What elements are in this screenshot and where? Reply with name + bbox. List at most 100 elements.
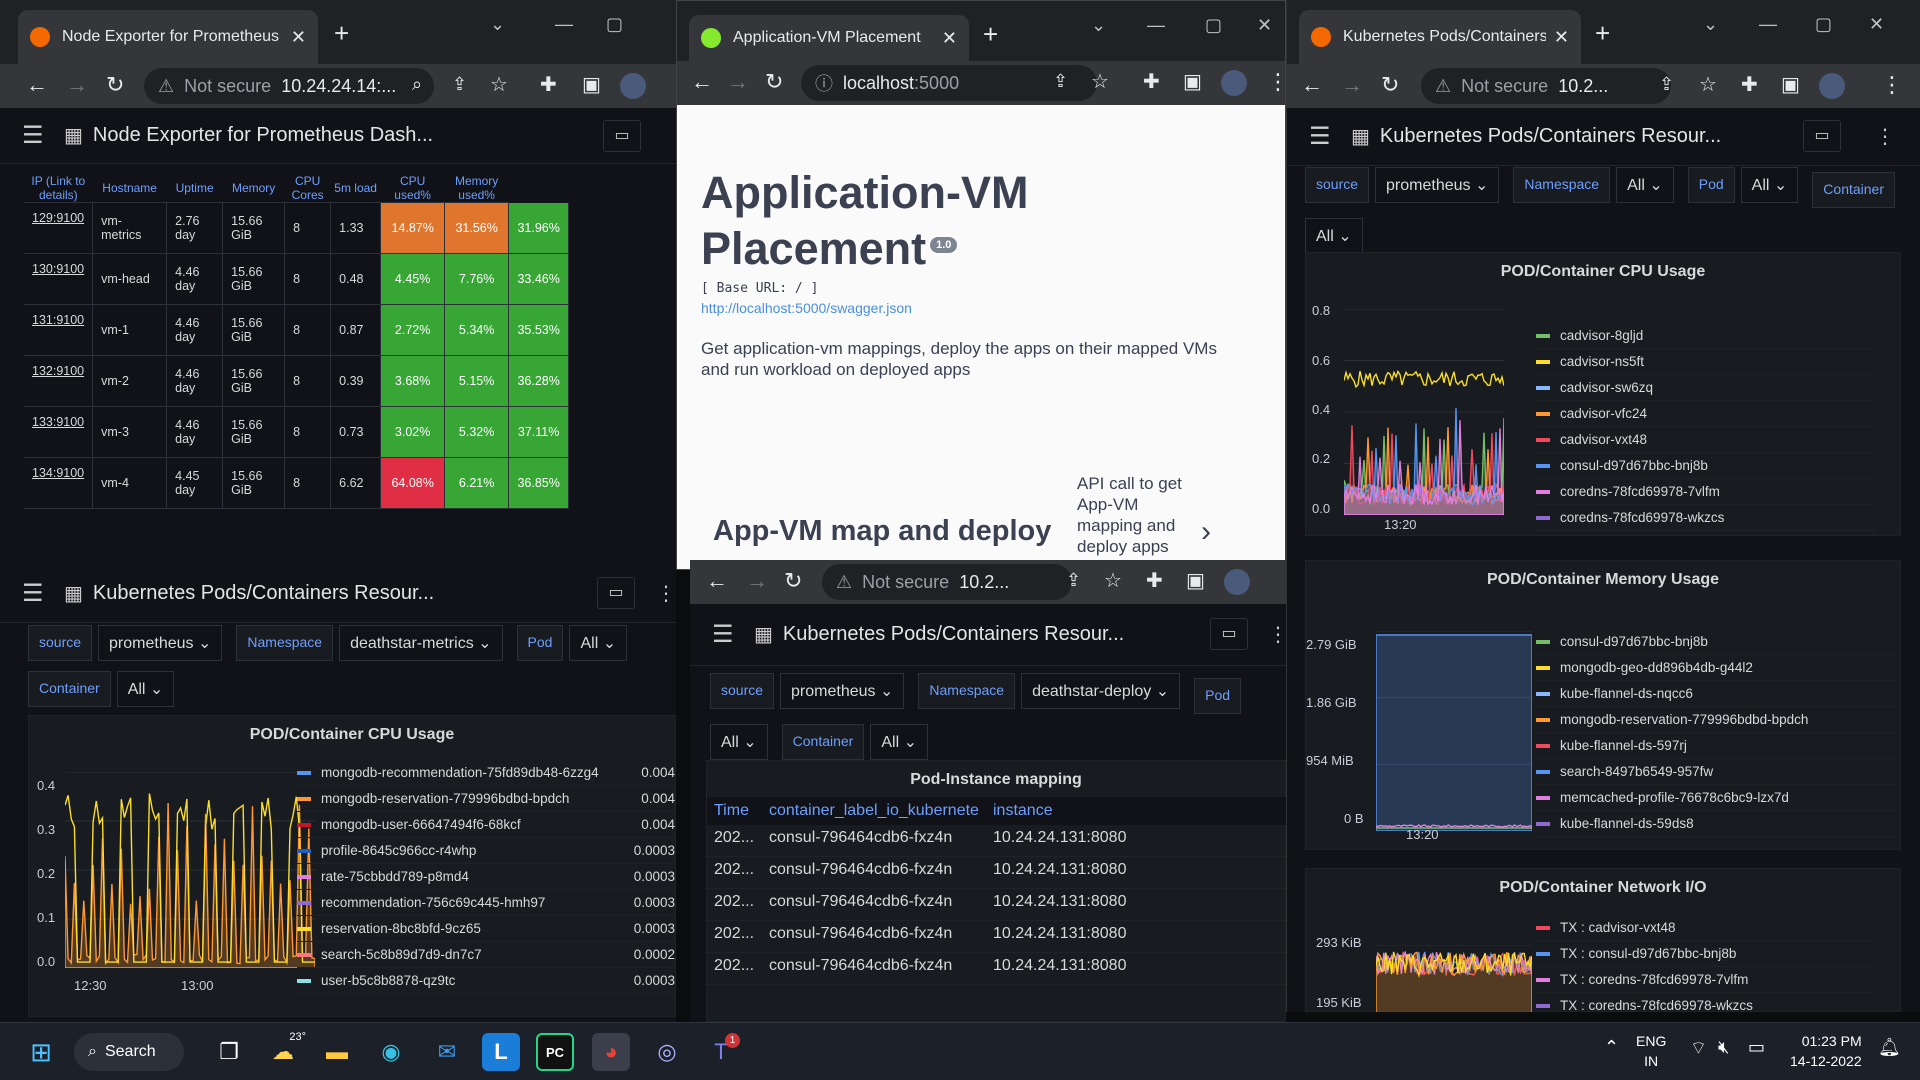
reload-icon[interactable]: ↻ [784,568,802,594]
col-header[interactable]: Uptime [166,174,223,203]
more-icon[interactable]: ⋮ [656,581,676,606]
legend-item[interactable]: mongodb-reservation-779996bdbd-bpdch [1536,707,1896,733]
col-header[interactable]: 5m load [330,174,381,203]
back-icon[interactable]: ← [706,568,728,594]
legend-item[interactable]: memcached-profile-76678c6bc9-lzx7d [1536,785,1896,811]
chrome-icon[interactable]: ◕ [592,1033,630,1071]
address-bar[interactable]: ⚠ Not secure 10.24.24.14:... [144,68,434,104]
col-header[interactable]: Memory [222,174,285,203]
profile-avatar[interactable] [1224,569,1250,595]
mail-icon[interactable]: ✉ [428,1033,466,1071]
more-icon[interactable]: ⋮ [1267,69,1285,95]
back-icon[interactable]: ← [1301,72,1323,98]
col-header[interactable]: Memory used% [444,174,509,203]
forward-icon[interactable]: → [1341,72,1363,98]
source-select[interactable]: prometheus ⌄ [1375,167,1500,203]
weather-icon[interactable]: ☁ 23° [264,1031,306,1071]
namespace-select[interactable]: All ⌄ [1616,167,1674,203]
legend-item[interactable]: cadvisor-vfc24 [1536,401,1876,427]
reload-icon[interactable]: ↻ [765,69,783,95]
forward-icon[interactable]: → [66,72,88,98]
chevron-right-icon[interactable]: › [1201,515,1211,549]
menu-icon[interactable]: ☰ [1309,122,1335,151]
tab-app-vm-placement[interactable]: Application-VM Placement ✕ [689,15,969,61]
legend-item[interactable]: coredns-78fcd69978-7vlfm [1536,479,1876,505]
legend-item[interactable]: reservation-8bc8bfd-9cz65 0.0003 [297,916,675,942]
back-icon[interactable]: ← [26,72,48,98]
extensions-icon[interactable]: ✚ [1146,568,1163,593]
tv-mode-button[interactable]: ▭ [603,120,641,152]
legend-item[interactable]: search-5c8b89d7d9-dn7c7 0.0002 [297,942,675,968]
legend-item[interactable]: cadvisor-sw6zq [1536,375,1876,401]
task-view-icon[interactable]: ❐ [210,1033,248,1071]
close-tab-icon[interactable]: ✕ [1554,27,1569,48]
close-tab-icon[interactable]: ✕ [291,27,306,48]
notification-icon[interactable]: 🔔︎ [1878,1037,1901,1058]
lync-icon[interactable]: L [482,1033,520,1071]
legend-item[interactable]: consul-d97d67bbc-bnj8b [1536,453,1876,479]
legend-item[interactable]: user-b5c8b8878-qz9tc 0.0003 [297,968,675,994]
reload-icon[interactable]: ↻ [1381,72,1399,98]
source-select[interactable]: prometheus ⌄ [98,625,223,661]
legend-item[interactable]: TX : cadvisor-vxt48 [1536,915,1876,941]
zoom-icon[interactable]: ⌕ [412,74,422,95]
minimize-icon[interactable]: — [1147,15,1165,36]
dashboard-title[interactable]: Kubernetes Pods/Containers Resour... [783,623,1124,646]
pod-select[interactable]: All ⌄ [569,625,628,661]
legend-item[interactable]: recommendation-756c69c445-hmh97 0.0003 [297,890,675,916]
bookmark-star-icon[interactable]: ☆ [490,72,508,97]
more-icon[interactable]: ⋮ [1268,622,1286,647]
col-header[interactable]: Hostname [92,174,167,203]
legend-item[interactable]: search-8497b6549-957fw [1536,759,1896,785]
legend-item[interactable]: TX : consul-d97d67bbc-bnj8b [1536,941,1876,967]
forward-icon[interactable]: → [746,568,768,594]
extensions-icon[interactable]: ✚ [1143,69,1160,94]
menu-icon[interactable]: ☰ [712,620,738,649]
maximize-icon[interactable]: ▢ [1205,15,1222,36]
ip-link[interactable]: 131:9100 [24,304,94,356]
bookmark-star-icon[interactable]: ☆ [1699,72,1717,97]
reload-icon[interactable]: ↻ [106,72,124,98]
language-indicator[interactable]: ENG IN [1636,1031,1666,1071]
menu-icon[interactable]: ☰ [22,579,48,608]
bookmark-star-icon[interactable]: ☆ [1091,69,1109,94]
close-window-icon[interactable]: ✕ [1257,15,1272,36]
pod-select[interactable]: All ⌄ [710,724,768,760]
legend-item[interactable]: cadvisor-vxt48 [1536,427,1876,453]
forward-icon[interactable]: → [727,69,749,95]
namespace-select[interactable]: deathstar-metrics ⌄ [339,625,503,661]
bookmark-star-icon[interactable]: ☆ [1104,568,1122,593]
tab-k8s-pods[interactable]: Kubernetes Pods/Containers R ✕ [1299,10,1581,64]
close-tab-icon[interactable]: ✕ [942,28,957,49]
ip-link[interactable]: 134:9100 [24,457,94,509]
legend-item[interactable]: mongodb-user-66647494f6-68kcf 0.004 [297,812,675,838]
col-header[interactable]: IP (Link to details) [24,174,93,203]
taskbar-search[interactable]: ⌕ Search [74,1033,184,1071]
address-bar[interactable]: ⚠ Not secure 10.2... [1421,68,1671,104]
volume-icon[interactable]: 🔇︎ [1718,1037,1729,1058]
dashboard-title[interactable]: Kubernetes Pods/Containers Resour... [1380,125,1721,148]
col-header-instance[interactable]: instance [993,802,1053,820]
legend-item[interactable]: mongodb-geo-dd896b4db-g44l2 [1536,655,1896,681]
container-select[interactable]: All ⌄ [116,671,175,707]
extensions-icon[interactable]: ✚ [1741,72,1758,97]
container-select[interactable]: All ⌄ [1305,218,1363,254]
legend-item[interactable]: cadvisor-ns5ft [1536,349,1876,375]
share-icon[interactable]: ⇪ [1659,74,1674,95]
address-bar[interactable]: ⚠ Not secure 10.2... [822,564,1072,600]
ip-link[interactable]: 129:9100 [24,202,94,254]
side-panel-icon[interactable]: ▣ [1781,72,1800,97]
minimize-icon[interactable]: — [555,14,573,35]
legend-item[interactable]: TX : coredns-78fcd69978-wkzcs [1536,993,1876,1012]
back-icon[interactable]: ← [691,69,713,95]
legend-item[interactable]: kube-flannel-ds-597rj [1536,733,1896,759]
tv-mode-button[interactable]: ▭ [1210,618,1248,650]
swagger-json-link[interactable]: http://localhost:5000/swagger.json [701,300,1261,316]
new-tab-icon[interactable]: + [1595,18,1610,49]
namespace-select[interactable]: deathstar-deploy ⌄ [1021,673,1181,709]
share-icon[interactable]: ⇪ [452,74,467,95]
legend-item[interactable]: TX : coredns-78fcd69978-7vlfm [1536,967,1876,993]
maximize-icon[interactable]: ▢ [1815,14,1832,35]
battery-icon[interactable]: ▭ [1748,1037,1765,1058]
dashboard-title[interactable]: Kubernetes Pods/Containers Resour... [93,582,434,605]
